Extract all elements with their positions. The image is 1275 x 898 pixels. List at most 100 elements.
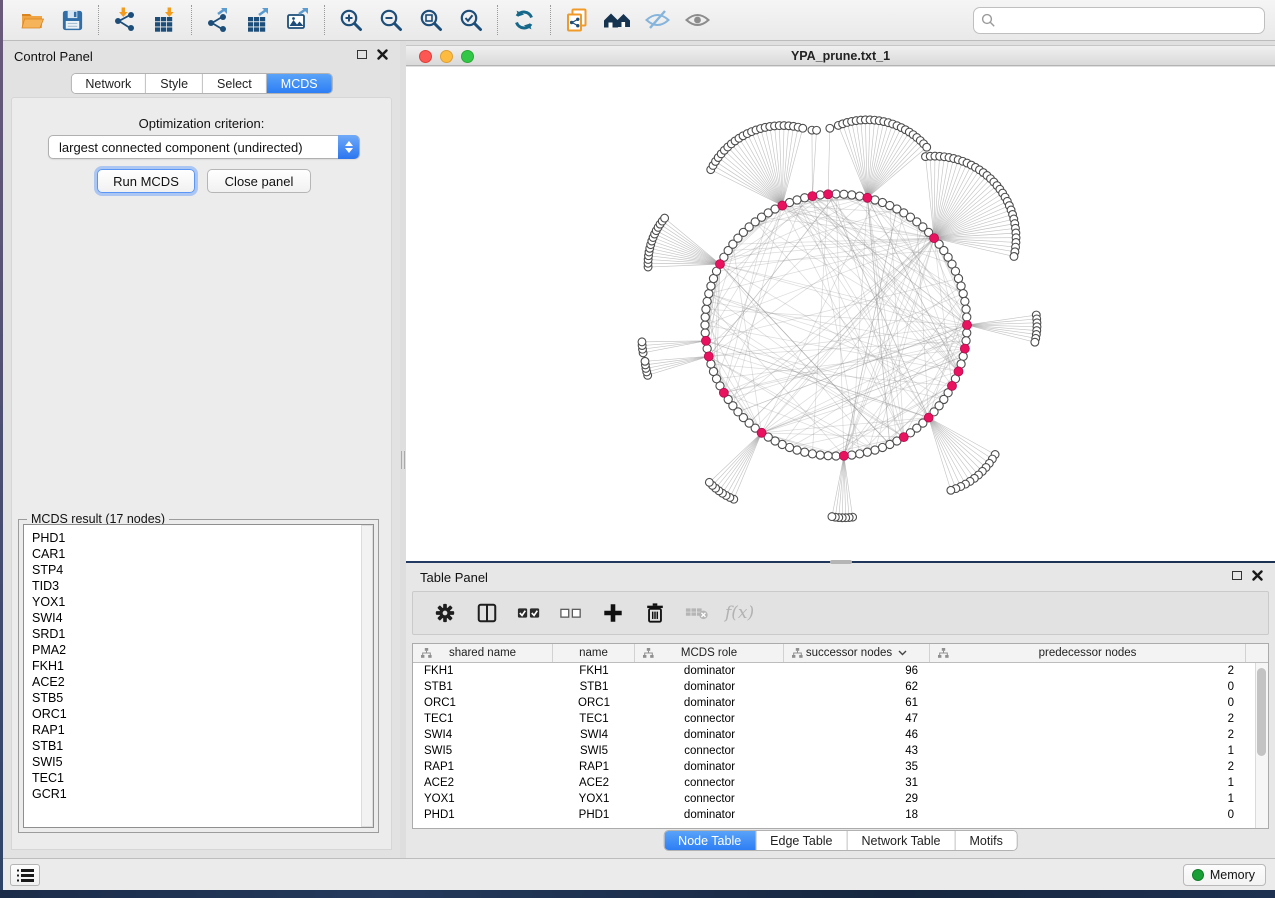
mcds-result-list[interactable]: PHD1CAR1STP4TID3YOX1SWI4SRD1PMA2FKH1ACE2… [23, 524, 374, 828]
checked-boxes-icon [517, 604, 541, 622]
tab-network-table[interactable]: Network Table [848, 831, 956, 850]
column-header-MCDS-role[interactable]: MCDS role [635, 644, 784, 662]
mcds-result-item[interactable]: SWI5 [32, 754, 373, 770]
mcds-result-groupbox: MCDS result (17 nodes) PHD1CAR1STP4TID3Y… [18, 519, 379, 833]
close-panel-icon[interactable] [1252, 570, 1263, 581]
float-panel-icon[interactable] [357, 50, 367, 59]
search-input[interactable] [973, 7, 1265, 34]
mcds-result-item[interactable]: CAR1 [32, 546, 373, 562]
control-panel-title: Control Panel [14, 49, 93, 64]
add-column-button[interactable] [597, 597, 629, 629]
table-cell: FKH1 [553, 663, 635, 679]
close-panel-icon[interactable] [377, 49, 388, 60]
tab-network[interactable]: Network [71, 74, 146, 93]
table-settings-button[interactable] [429, 597, 461, 629]
show-all-button[interactable] [677, 3, 717, 37]
float-panel-icon[interactable] [1232, 571, 1242, 580]
table-cell: SWI4 [553, 727, 635, 743]
table-row[interactable]: PHD1PHD1dominator180 [413, 807, 1255, 823]
save-icon [60, 8, 85, 33]
open-file-button[interactable] [12, 3, 52, 37]
deselect-all-button[interactable] [555, 597, 587, 629]
zoom-out-button[interactable] [371, 3, 411, 37]
mcds-result-item[interactable]: STP4 [32, 562, 373, 578]
table-scrollbar[interactable] [1255, 663, 1268, 828]
column-header-shared-name[interactable]: shared name [413, 644, 553, 662]
table-scrollbar-thumb[interactable] [1257, 668, 1266, 756]
duplicate-network-button[interactable] [557, 3, 597, 37]
column-header-name[interactable]: name [553, 644, 635, 662]
mcds-result-item[interactable]: FKH1 [32, 658, 373, 674]
tab-style[interactable]: Style [146, 74, 203, 93]
network-canvas[interactable] [406, 67, 1275, 561]
tab-mcds[interactable]: MCDS [267, 74, 332, 93]
table-cell: 1 [930, 743, 1246, 759]
export-image-button[interactable] [278, 3, 318, 37]
save-session-button[interactable] [52, 3, 92, 37]
network-titlebar[interactable]: YPA_prune.txt_1 [406, 45, 1275, 66]
plus-icon [602, 602, 624, 624]
table-cell: 2 [930, 759, 1246, 775]
table-row[interactable]: RAP1RAP1dominator352 [413, 759, 1255, 775]
mcds-result-item[interactable]: ORC1 [32, 706, 373, 722]
table-row[interactable]: TEC1TEC1connector472 [413, 711, 1255, 727]
mcds-result-item[interactable]: ACE2 [32, 674, 373, 690]
delete-table-button-disabled[interactable] [681, 597, 713, 629]
refresh-view-button[interactable] [504, 3, 544, 37]
splitter-grip [401, 451, 405, 469]
tab-node-table[interactable]: Node Table [664, 831, 756, 850]
table-cell: TEC1 [553, 711, 635, 727]
first-neighbors-button[interactable] [597, 3, 637, 37]
column-header-successor-nodes[interactable]: successor nodes [784, 644, 930, 662]
zoom-fit-button[interactable] [411, 3, 451, 37]
import-table-icon [152, 7, 178, 33]
export-table-button[interactable] [238, 3, 278, 37]
export-network-button[interactable] [198, 3, 238, 37]
select-all-button[interactable] [513, 597, 545, 629]
import-network-button[interactable] [105, 3, 145, 37]
table-cell: ACE2 [413, 775, 553, 791]
table-row[interactable]: YOX1YOX1connector291 [413, 791, 1255, 807]
mcds-result-item[interactable]: RAP1 [32, 722, 373, 738]
tab-motifs[interactable]: Motifs [955, 831, 1016, 850]
zoom-in-button[interactable] [331, 3, 371, 37]
table-row[interactable]: FKH1FKH1dominator962 [413, 663, 1255, 679]
table-cell: dominator [635, 727, 784, 743]
hide-selected-button[interactable] [637, 3, 677, 37]
status-menu-button[interactable] [10, 864, 40, 886]
zoom-selected-button[interactable] [451, 3, 491, 37]
close-panel-button[interactable]: Close panel [207, 169, 311, 193]
tab-select[interactable]: Select [203, 74, 267, 93]
memory-button[interactable]: Memory [1183, 864, 1266, 886]
horizontal-splitter-grip[interactable] [830, 560, 852, 564]
table-row[interactable]: SWI4SWI4dominator462 [413, 727, 1255, 743]
show-columns-button[interactable] [471, 597, 503, 629]
mcds-result-item[interactable]: YOX1 [32, 594, 373, 610]
mcds-result-item[interactable]: PHD1 [32, 530, 373, 546]
delete-column-button[interactable] [639, 597, 671, 629]
search-box [973, 7, 1265, 34]
mcds-result-item[interactable]: PMA2 [32, 642, 373, 658]
table-cell: 31 [784, 775, 930, 791]
mcds-result-item[interactable]: GCR1 [32, 786, 373, 802]
mcds-result-item[interactable]: SWI4 [32, 610, 373, 626]
import-table-button[interactable] [145, 3, 185, 37]
mcds-result-item[interactable]: TEC1 [32, 770, 373, 786]
mcds-result-item[interactable]: STB5 [32, 690, 373, 706]
mcds-result-item[interactable]: TID3 [32, 578, 373, 594]
table-row[interactable]: STB1STB1dominator620 [413, 679, 1255, 695]
criterion-dropdown[interactable]: largest connected component (undirected) [48, 135, 360, 159]
run-mcds-button[interactable]: Run MCDS [97, 169, 195, 193]
table-row[interactable]: SWI5SWI5connector431 [413, 743, 1255, 759]
mcds-result-scrollbar[interactable] [361, 525, 373, 827]
function-builder-button[interactable]: f(x) [725, 603, 754, 623]
table-cell: STB1 [553, 679, 635, 695]
mcds-result-item[interactable]: STB1 [32, 738, 373, 754]
mcds-result-item[interactable]: SRD1 [32, 626, 373, 642]
table-cell: SWI5 [413, 743, 553, 759]
table-cell: dominator [635, 663, 784, 679]
column-header-predecessor-nodes[interactable]: predecessor nodes [930, 644, 1246, 662]
table-row[interactable]: ORC1ORC1dominator610 [413, 695, 1255, 711]
tab-edge-table[interactable]: Edge Table [756, 831, 847, 850]
table-row[interactable]: ACE2ACE2connector311 [413, 775, 1255, 791]
